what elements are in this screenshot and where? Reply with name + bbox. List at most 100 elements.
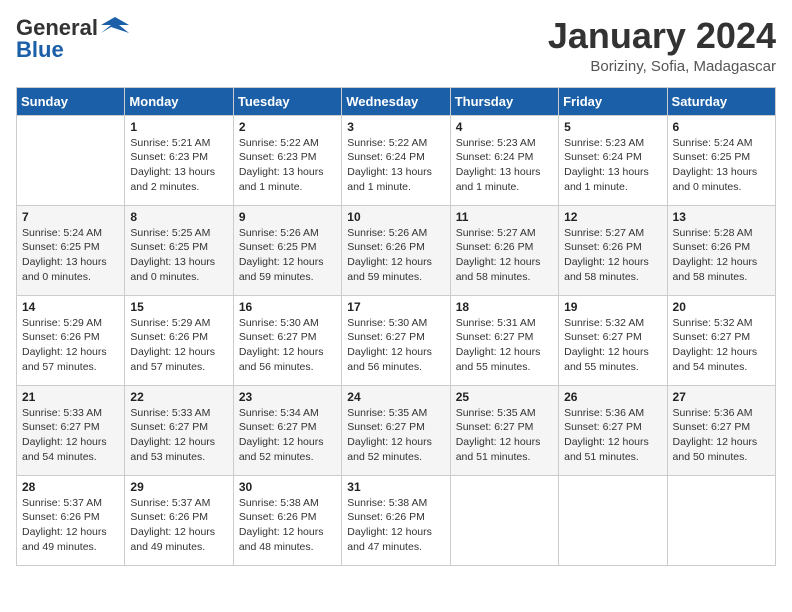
weekday-header-thursday: Thursday	[450, 87, 558, 115]
weekday-header-sunday: Sunday	[17, 87, 125, 115]
calendar-cell: 3Sunrise: 5:22 AM Sunset: 6:24 PM Daylig…	[342, 115, 450, 205]
day-number: 29	[130, 480, 227, 494]
week-row-3: 14 Sunrise: 5:29 AM Sunset: 6:26 PM Dayli…	[17, 295, 776, 385]
logo-bird-icon	[101, 15, 129, 37]
calendar-cell: 7Sunrise: 5:24 AM Sunset: 6:25 PM Daylig…	[17, 205, 125, 295]
logo: General Blue	[16, 16, 129, 62]
weekday-header-row: SundayMondayTuesdayWednesdayThursdayFrid…	[17, 87, 776, 115]
day-detail: Sunrise: 5:33 AM Sunset: 6:27 PM Dayligh…	[22, 406, 119, 465]
calendar-cell: 17 Sunrise: 5:30 AM Sunset: 6:27 PM Dayli…	[342, 295, 450, 385]
week-row-5: 28 Sunrise: 5:37 AM Sunset: 6:26 PM Dayli…	[17, 475, 776, 565]
weekday-header-saturday: Saturday	[667, 87, 775, 115]
day-number: 9	[239, 210, 336, 224]
calendar-cell	[17, 115, 125, 205]
day-number: 22	[130, 390, 227, 404]
day-detail: Sunrise: 5:25 AM Sunset: 6:25 PM Dayligh…	[130, 226, 227, 285]
day-detail: Sunrise: 5:24 AM Sunset: 6:25 PM Dayligh…	[673, 136, 770, 195]
day-number: 6	[673, 120, 770, 134]
day-number: 1	[130, 120, 227, 134]
calendar-cell	[667, 475, 775, 565]
calendar-cell: 9 Sunrise: 5:26 AM Sunset: 6:25 PM Daylig…	[233, 205, 341, 295]
day-detail: Sunrise: 5:38 AM Sunset: 6:26 PM Dayligh…	[239, 496, 336, 555]
calendar-cell: 5Sunrise: 5:23 AM Sunset: 6:24 PM Daylig…	[559, 115, 667, 205]
day-detail: Sunrise: 5:29 AM Sunset: 6:26 PM Dayligh…	[22, 316, 119, 375]
calendar-cell: 27 Sunrise: 5:36 AM Sunset: 6:27 PM Dayli…	[667, 385, 775, 475]
day-number: 13	[673, 210, 770, 224]
day-detail: Sunrise: 5:37 AM Sunset: 6:26 PM Dayligh…	[22, 496, 119, 555]
day-detail: Sunrise: 5:36 AM Sunset: 6:27 PM Dayligh…	[673, 406, 770, 465]
day-detail: Sunrise: 5:30 AM Sunset: 6:27 PM Dayligh…	[239, 316, 336, 375]
calendar-cell: 25 Sunrise: 5:35 AM Sunset: 6:27 PM Dayli…	[450, 385, 558, 475]
calendar-cell: 31Sunrise: 5:38 AM Sunset: 6:26 PM Dayli…	[342, 475, 450, 565]
calendar-cell: 19Sunrise: 5:32 AM Sunset: 6:27 PM Dayli…	[559, 295, 667, 385]
day-number: 12	[564, 210, 661, 224]
day-detail: Sunrise: 5:28 AM Sunset: 6:26 PM Dayligh…	[673, 226, 770, 285]
week-row-1: 1 Sunrise: 5:21 AM Sunset: 6:23 PM Daylig…	[17, 115, 776, 205]
calendar-cell: 30 Sunrise: 5:38 AM Sunset: 6:26 PM Dayli…	[233, 475, 341, 565]
day-detail: Sunrise: 5:31 AM Sunset: 6:27 PM Dayligh…	[456, 316, 553, 375]
day-detail: Sunrise: 5:34 AM Sunset: 6:27 PM Dayligh…	[239, 406, 336, 465]
day-number: 28	[22, 480, 119, 494]
day-detail: Sunrise: 5:26 AM Sunset: 6:25 PM Dayligh…	[239, 226, 336, 285]
calendar-cell: 18 Sunrise: 5:31 AM Sunset: 6:27 PM Dayli…	[450, 295, 558, 385]
day-detail: Sunrise: 5:33 AM Sunset: 6:27 PM Dayligh…	[130, 406, 227, 465]
calendar-cell: 4 Sunrise: 5:23 AM Sunset: 6:24 PM Daylig…	[450, 115, 558, 205]
weekday-header-tuesday: Tuesday	[233, 87, 341, 115]
calendar-cell: 22 Sunrise: 5:33 AM Sunset: 6:27 PM Dayli…	[125, 385, 233, 475]
day-detail: Sunrise: 5:38 AM Sunset: 6:26 PM Dayligh…	[347, 496, 444, 555]
day-number: 27	[673, 390, 770, 404]
day-number: 21	[22, 390, 119, 404]
day-number: 23	[239, 390, 336, 404]
calendar-cell: 21 Sunrise: 5:33 AM Sunset: 6:27 PM Dayli…	[17, 385, 125, 475]
calendar-table: SundayMondayTuesdayWednesdayThursdayFrid…	[16, 87, 776, 566]
calendar-cell: 23 Sunrise: 5:34 AM Sunset: 6:27 PM Dayli…	[233, 385, 341, 475]
calendar-cell: 16Sunrise: 5:30 AM Sunset: 6:27 PM Dayli…	[233, 295, 341, 385]
calendar-cell: 28 Sunrise: 5:37 AM Sunset: 6:26 PM Dayli…	[17, 475, 125, 565]
calendar-cell: 24Sunrise: 5:35 AM Sunset: 6:27 PM Dayli…	[342, 385, 450, 475]
weekday-header-monday: Monday	[125, 87, 233, 115]
calendar-cell: 12 Sunrise: 5:27 AM Sunset: 6:26 PM Dayli…	[559, 205, 667, 295]
calendar-cell: 13 Sunrise: 5:28 AM Sunset: 6:26 PM Dayli…	[667, 205, 775, 295]
day-number: 15	[130, 300, 227, 314]
day-detail: Sunrise: 5:32 AM Sunset: 6:27 PM Dayligh…	[673, 316, 770, 375]
day-detail: Sunrise: 5:26 AM Sunset: 6:26 PM Dayligh…	[347, 226, 444, 285]
weekday-header-friday: Friday	[559, 87, 667, 115]
day-detail: Sunrise: 5:37 AM Sunset: 6:26 PM Dayligh…	[130, 496, 227, 555]
page-header: General Blue January 2024 Boriziny, Sofi…	[16, 16, 776, 75]
logo-blue: Blue	[16, 38, 129, 62]
day-detail: Sunrise: 5:27 AM Sunset: 6:26 PM Dayligh…	[564, 226, 661, 285]
title-block: January 2024 Boriziny, Sofia, Madagascar	[548, 16, 776, 75]
calendar-cell: 8 Sunrise: 5:25 AM Sunset: 6:25 PM Daylig…	[125, 205, 233, 295]
day-number: 8	[130, 210, 227, 224]
calendar-cell: 20Sunrise: 5:32 AM Sunset: 6:27 PM Dayli…	[667, 295, 775, 385]
day-number: 5	[564, 120, 661, 134]
day-detail: Sunrise: 5:23 AM Sunset: 6:24 PM Dayligh…	[456, 136, 553, 195]
day-detail: Sunrise: 5:22 AM Sunset: 6:23 PM Dayligh…	[239, 136, 336, 195]
month-title: January 2024	[548, 16, 776, 56]
day-detail: Sunrise: 5:21 AM Sunset: 6:23 PM Dayligh…	[130, 136, 227, 195]
calendar-cell: 26Sunrise: 5:36 AM Sunset: 6:27 PM Dayli…	[559, 385, 667, 475]
calendar-cell: 11 Sunrise: 5:27 AM Sunset: 6:26 PM Dayli…	[450, 205, 558, 295]
day-number: 4	[456, 120, 553, 134]
calendar-cell: 1 Sunrise: 5:21 AM Sunset: 6:23 PM Daylig…	[125, 115, 233, 205]
day-detail: Sunrise: 5:35 AM Sunset: 6:27 PM Dayligh…	[456, 406, 553, 465]
day-number: 3	[347, 120, 444, 134]
day-number: 10	[347, 210, 444, 224]
day-detail: Sunrise: 5:27 AM Sunset: 6:26 PM Dayligh…	[456, 226, 553, 285]
weekday-header-wednesday: Wednesday	[342, 87, 450, 115]
calendar-cell	[450, 475, 558, 565]
day-detail: Sunrise: 5:30 AM Sunset: 6:27 PM Dayligh…	[347, 316, 444, 375]
day-number: 11	[456, 210, 553, 224]
day-number: 17	[347, 300, 444, 314]
day-number: 14	[22, 300, 119, 314]
week-row-2: 7Sunrise: 5:24 AM Sunset: 6:25 PM Daylig…	[17, 205, 776, 295]
day-number: 25	[456, 390, 553, 404]
day-detail: Sunrise: 5:24 AM Sunset: 6:25 PM Dayligh…	[22, 226, 119, 285]
day-number: 18	[456, 300, 553, 314]
day-number: 30	[239, 480, 336, 494]
calendar-cell: 15 Sunrise: 5:29 AM Sunset: 6:26 PM Dayli…	[125, 295, 233, 385]
week-row-4: 21 Sunrise: 5:33 AM Sunset: 6:27 PM Dayli…	[17, 385, 776, 475]
day-detail: Sunrise: 5:32 AM Sunset: 6:27 PM Dayligh…	[564, 316, 661, 375]
day-detail: Sunrise: 5:29 AM Sunset: 6:26 PM Dayligh…	[130, 316, 227, 375]
calendar-cell: 2Sunrise: 5:22 AM Sunset: 6:23 PM Daylig…	[233, 115, 341, 205]
